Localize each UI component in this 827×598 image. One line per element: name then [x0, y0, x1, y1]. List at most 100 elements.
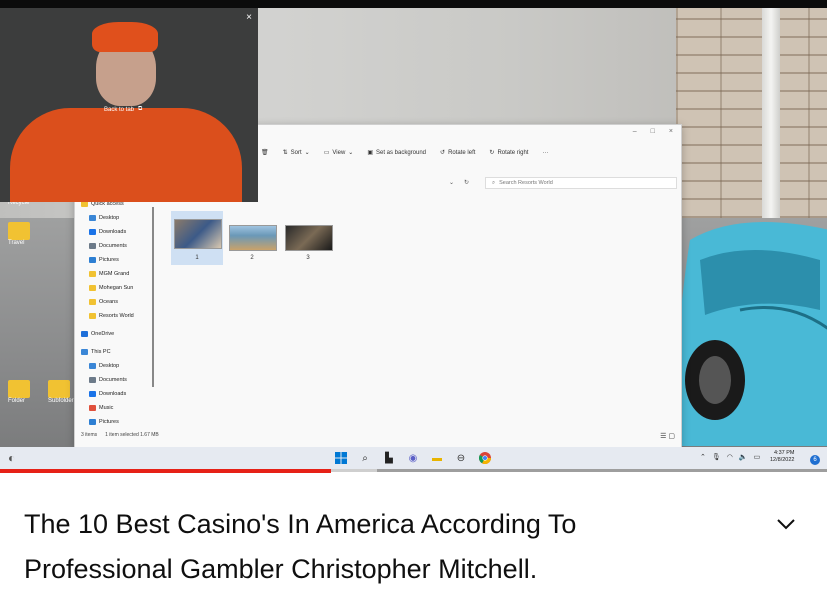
picture-in-picture-window[interactable]: × Back to tab ⧉	[0, 8, 258, 202]
sidebar-item[interactable]: Pictures	[89, 257, 119, 263]
sidebar-item-label: Downloads	[99, 229, 127, 235]
sidebar-item-label: Pictures	[99, 419, 119, 425]
minimize-button[interactable]: –	[633, 128, 637, 135]
widgets-icon[interactable]: ◐	[8, 451, 15, 465]
sidebar-item[interactable]: Documents	[89, 377, 127, 383]
sidebar-item-label: Downloads	[99, 391, 127, 397]
sidebar-item-label: This PC	[91, 349, 111, 355]
sidebar-item-label: Documents	[99, 377, 127, 383]
sidebar-item[interactable]: Desktop	[89, 215, 119, 221]
delete-button[interactable]: 🗑	[261, 149, 269, 156]
set-background-button[interactable]: ▣ Set as background	[367, 149, 426, 157]
details-view-icon[interactable]: ☰	[660, 433, 666, 440]
maximize-button[interactable]: □	[651, 128, 655, 135]
address-controls: ⌄ ↻	[449, 179, 469, 186]
navigation-scrollbar[interactable]	[152, 207, 154, 387]
folder-icon	[89, 285, 96, 291]
start-icon[interactable]	[334, 451, 348, 465]
close-button[interactable]: ×	[669, 128, 673, 135]
sidebar-item-label: Mohegan Sun	[99, 285, 134, 291]
sidebar-item[interactable]: Resorts World	[89, 313, 134, 319]
folder-icon	[89, 313, 96, 319]
folder-icon	[89, 243, 96, 249]
sidebar-item-label: OneDrive	[91, 331, 115, 337]
chevron-up-icon[interactable]: ⌃	[700, 453, 706, 461]
battery-icon[interactable]: ▭	[754, 453, 761, 461]
pip-close-button[interactable]: ×	[246, 12, 252, 23]
rotate-left-button[interactable]: ↺ Rotate left	[440, 149, 476, 157]
sidebar-item[interactable]: OneDrive	[81, 331, 114, 337]
back-to-tab-button[interactable]: Back to tab ⧉	[104, 106, 142, 113]
thumbnail-label: 1	[195, 255, 199, 261]
sidebar-item-label: Resorts World	[99, 313, 134, 319]
sidebar-item[interactable]: Downloads	[89, 391, 126, 397]
folder-icon	[89, 405, 96, 411]
search-input[interactable]: ⌕ Search Resorts World	[485, 177, 677, 189]
view-label: View	[332, 149, 346, 156]
sidebar-item-label: Desktop	[99, 215, 120, 221]
folder-icon	[89, 299, 96, 305]
edge-icon[interactable]: ⊖	[454, 451, 468, 465]
clock-time: 4:37 PM	[773, 450, 795, 456]
rotate-right-label: Rotate right	[497, 149, 529, 156]
chrome-icon[interactable]	[478, 451, 492, 465]
video-title[interactable]: The 10 Best Casino's In America Accordin…	[24, 502, 724, 592]
navigation-pane: Quick access Desktop Downloads Documents Pic…	[75, 201, 155, 433]
wifi-icon[interactable]: ◠	[727, 453, 733, 461]
view-toggle[interactable]: ☰ ▢	[660, 432, 675, 440]
folder-icon	[89, 271, 96, 277]
sort-button[interactable]: ⇅ Sort ⌄	[283, 149, 310, 157]
chevron-down-icon: ⌄	[348, 150, 354, 156]
chat-icon[interactable]: ◉	[406, 451, 420, 465]
progress-played[interactable]	[0, 469, 331, 473]
rotate-left-label: Rotate left	[448, 149, 476, 156]
sidebar-item[interactable]: Documents	[89, 243, 127, 249]
chevron-down-icon[interactable]: ⌄	[449, 179, 454, 186]
clock-date: 12/8/2022	[770, 457, 795, 463]
microphone-icon[interactable]: 🎙	[712, 453, 721, 461]
folder-icon	[89, 257, 96, 263]
desktop-icon-folder[interactable]: Travel	[8, 222, 30, 246]
sidebar-item[interactable]: MGM Grand	[89, 271, 129, 277]
taskbar-clock[interactable]: 4:37 PM 12/8/2022	[770, 450, 794, 464]
folder-icon	[89, 391, 96, 397]
image-thumbnail-1[interactable]	[174, 219, 222, 249]
chevron-down-icon: ⌄	[304, 150, 310, 156]
expand-description-button[interactable]	[772, 510, 800, 538]
sidebar-item[interactable]: Downloads	[89, 229, 126, 235]
car-image	[680, 222, 827, 446]
item-count: 3 items	[81, 432, 98, 438]
sidebar-item-label: Oceans	[99, 299, 118, 305]
sidebar-item[interactable]: Pictures	[89, 419, 119, 425]
image-thumbnail-3[interactable]	[285, 225, 333, 251]
back-to-tab-label: Back to tab	[104, 106, 135, 113]
folder-icon	[89, 377, 96, 383]
sidebar-item[interactable]: Music	[89, 405, 113, 411]
sidebar-item[interactable]: Desktop	[89, 363, 119, 369]
folder-icon	[89, 215, 96, 221]
desktop-icon-folder-2[interactable]: Subfolder	[48, 380, 74, 404]
sidebar-item[interactable]: This PC	[81, 349, 111, 355]
view-button[interactable]: ▭ View ⌄	[324, 149, 354, 157]
status-bar: 3 items 1 item selected 1.67 MB	[81, 432, 159, 438]
taskbar-apps: ⌕ ▙ ◉ ▬ ⊖	[334, 451, 492, 465]
sidebar-item[interactable]: Mohegan Sun	[89, 285, 133, 291]
presenter-cap	[92, 22, 158, 52]
volume-icon[interactable]: 🔈	[739, 453, 748, 461]
task-view-icon[interactable]: ▙	[382, 451, 396, 465]
background-icon: ▣	[367, 150, 373, 156]
video-player[interactable]: Recycle Travel Folder Subfolder – □ × 🗑 …	[0, 0, 827, 472]
sidebar-item[interactable]: Oceans	[89, 299, 118, 305]
window-controls: – □ ×	[633, 128, 673, 135]
folder-icon	[89, 229, 96, 235]
folder-icon	[8, 222, 30, 240]
image-thumbnail-2[interactable]	[229, 225, 277, 251]
desktop-icon-folder-1[interactable]: Folder	[8, 380, 30, 404]
search-icon[interactable]: ⌕	[358, 451, 372, 465]
refresh-icon[interactable]: ↻	[464, 179, 469, 186]
rotate-right-button[interactable]: ↻ Rotate right	[489, 149, 529, 157]
more-button[interactable]: ···	[542, 150, 548, 156]
notification-badge[interactable]: 6	[810, 455, 820, 465]
file-explorer-icon[interactable]: ▬	[430, 451, 444, 465]
tiles-view-icon[interactable]: ▢	[668, 433, 675, 440]
